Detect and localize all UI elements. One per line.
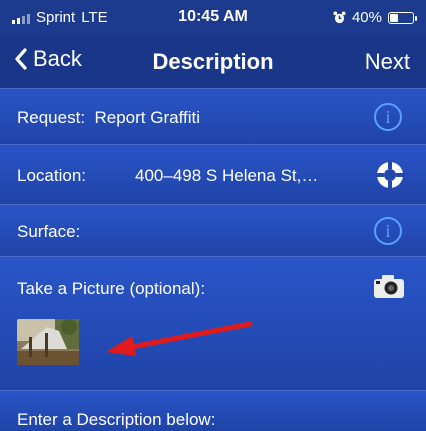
navigation-bar: Back Description Next xyxy=(0,36,426,88)
back-label: Back xyxy=(33,46,82,71)
description-row[interactable]: Enter a Description below: xyxy=(0,390,426,431)
surface-label: Surface: xyxy=(17,222,81,241)
info-icon[interactable]: i xyxy=(374,217,402,245)
status-bar: Sprint LTE 10:45 AM 40% xyxy=(0,0,426,36)
battery-icon xyxy=(388,11,417,24)
description-label: Enter a Description below: xyxy=(17,410,216,429)
camera-icon[interactable] xyxy=(372,274,406,300)
info-icon[interactable]: i xyxy=(374,103,402,131)
status-right: 40% xyxy=(333,9,417,26)
battery-fill xyxy=(390,13,399,22)
location-row[interactable]: Location: 400–498 S Helena St,… xyxy=(0,144,426,204)
battery-percent: 40% xyxy=(351,9,382,26)
request-text: Request: Report Graffiti xyxy=(17,108,200,128)
next-button[interactable]: Next xyxy=(365,49,410,75)
location-label: Location: xyxy=(17,166,86,185)
back-button[interactable]: Back xyxy=(14,46,82,72)
red-arrow-annotation xyxy=(106,321,253,356)
request-value: Report Graffiti xyxy=(94,108,201,127)
request-row[interactable]: Request: Report Graffiti i xyxy=(0,88,426,144)
location-value: 400–498 S Helena St,… xyxy=(135,166,319,185)
request-label: Request: xyxy=(17,108,86,127)
alarm-clock-icon xyxy=(333,11,346,24)
crosshair-target-icon[interactable] xyxy=(374,159,406,191)
chevron-left-icon xyxy=(15,48,27,70)
surface-row[interactable]: Surface: i xyxy=(0,204,426,256)
photo-thumbnail[interactable] xyxy=(17,319,79,365)
picture-label: Take a Picture (optional): xyxy=(17,279,206,298)
